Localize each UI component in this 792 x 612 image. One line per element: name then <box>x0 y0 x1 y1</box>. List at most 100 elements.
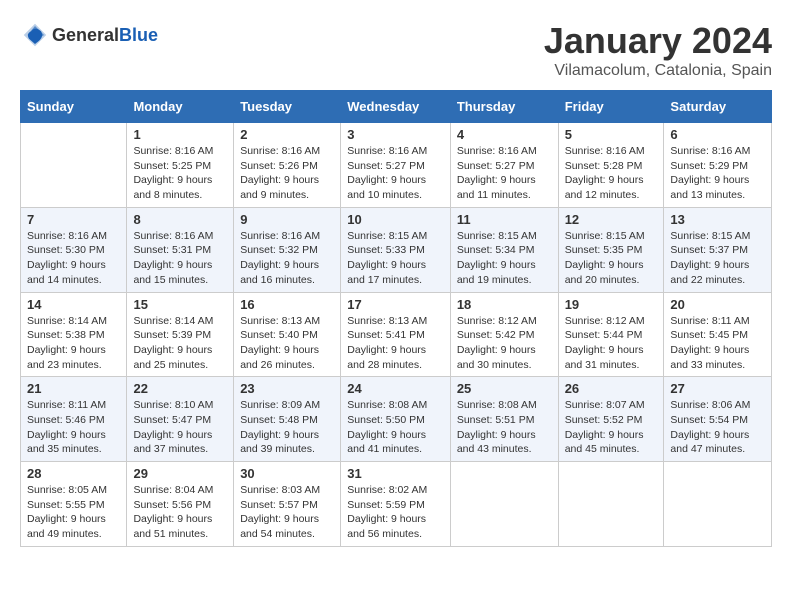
calendar-cell: 25 Sunrise: 8:08 AMSunset: 5:51 PMDayligh… <box>450 377 558 462</box>
day-number: 29 <box>133 466 227 481</box>
day-info: Sunrise: 8:14 AMSunset: 5:38 PMDaylight:… <box>27 314 120 373</box>
calendar-cell: 24 Sunrise: 8:08 AMSunset: 5:50 PMDayligh… <box>341 377 451 462</box>
day-number: 11 <box>457 212 552 227</box>
day-number: 23 <box>240 381 334 396</box>
calendar-cell: 4 Sunrise: 8:16 AMSunset: 5:27 PMDaylight… <box>450 123 558 208</box>
calendar-cell: 11 Sunrise: 8:15 AMSunset: 5:34 PMDayligh… <box>450 207 558 292</box>
logo: GeneralBlue <box>20 20 158 50</box>
day-info: Sunrise: 8:13 AMSunset: 5:40 PMDaylight:… <box>240 314 334 373</box>
calendar-cell: 2 Sunrise: 8:16 AMSunset: 5:26 PMDaylight… <box>234 123 341 208</box>
day-number: 27 <box>670 381 765 396</box>
calendar-cell: 22 Sunrise: 8:10 AMSunset: 5:47 PMDayligh… <box>127 377 234 462</box>
day-info: Sunrise: 8:15 AMSunset: 5:33 PMDaylight:… <box>347 229 444 288</box>
calendar-cell: 12Sunrise: 8:15 AMSunset: 5:35 PMDayligh… <box>558 207 664 292</box>
day-info: Sunrise: 8:09 AMSunset: 5:48 PMDaylight:… <box>240 398 334 457</box>
day-info: Sunrise: 8:16 AMSunset: 5:25 PMDaylight:… <box>133 144 227 203</box>
calendar-cell: 31Sunrise: 8:02 AMSunset: 5:59 PMDayligh… <box>341 462 451 547</box>
day-info: Sunrise: 8:04 AMSunset: 5:56 PMDaylight:… <box>133 483 227 542</box>
month-title: January 2024 <box>544 20 772 62</box>
day-number: 17 <box>347 297 444 312</box>
day-number: 28 <box>27 466 120 481</box>
day-info: Sunrise: 8:11 AMSunset: 5:45 PMDaylight:… <box>670 314 765 373</box>
day-number: 4 <box>457 127 552 142</box>
day-info: Sunrise: 8:15 AMSunset: 5:37 PMDaylight:… <box>670 229 765 288</box>
day-number: 31 <box>347 466 444 481</box>
column-header-saturday: Saturday <box>664 91 772 123</box>
day-number: 19 <box>565 297 658 312</box>
calendar-cell <box>21 123 127 208</box>
day-info: Sunrise: 8:12 AMSunset: 5:42 PMDaylight:… <box>457 314 552 373</box>
day-info: Sunrise: 8:16 AMSunset: 5:29 PMDaylight:… <box>670 144 765 203</box>
calendar-cell: 15 Sunrise: 8:14 AMSunset: 5:39 PMDayligh… <box>127 292 234 377</box>
day-number: 2 <box>240 127 334 142</box>
calendar-cell: 14 Sunrise: 8:14 AMSunset: 5:38 PMDayligh… <box>21 292 127 377</box>
logo-icon <box>20 20 50 50</box>
calendar-cell: 26 Sunrise: 8:07 AMSunset: 5:52 PMDayligh… <box>558 377 664 462</box>
calendar-cell: 7 Sunrise: 8:16 AMSunset: 5:30 PMDaylight… <box>21 207 127 292</box>
calendar-cell: 17 Sunrise: 8:13 AMSunset: 5:41 PMDayligh… <box>341 292 451 377</box>
calendar-cell: 3Sunrise: 8:16 AMSunset: 5:27 PMDaylight… <box>341 123 451 208</box>
column-header-thursday: Thursday <box>450 91 558 123</box>
week-row-1: 1 Sunrise: 8:16 AMSunset: 5:25 PMDaylight… <box>21 123 772 208</box>
day-info: Sunrise: 8:16 AMSunset: 5:28 PMDaylight:… <box>565 144 658 203</box>
calendar-cell <box>450 462 558 547</box>
day-info: Sunrise: 8:14 AMSunset: 5:39 PMDaylight:… <box>133 314 227 373</box>
header-row: SundayMondayTuesdayWednesdayThursdayFrid… <box>21 91 772 123</box>
day-number: 15 <box>133 297 227 312</box>
day-number: 16 <box>240 297 334 312</box>
day-info: Sunrise: 8:16 AMSunset: 5:30 PMDaylight:… <box>27 229 120 288</box>
page-header: GeneralBlue January 2024 Vilamacolum, Ca… <box>20 20 772 80</box>
calendar-table: SundayMondayTuesdayWednesdayThursdayFrid… <box>20 90 772 547</box>
day-info: Sunrise: 8:16 AMSunset: 5:27 PMDaylight:… <box>457 144 552 203</box>
logo-general-text: General <box>52 25 119 45</box>
calendar-cell: 23 Sunrise: 8:09 AMSunset: 5:48 PMDayligh… <box>234 377 341 462</box>
day-number: 6 <box>670 127 765 142</box>
day-info: Sunrise: 8:13 AMSunset: 5:41 PMDaylight:… <box>347 314 444 373</box>
column-header-friday: Friday <box>558 91 664 123</box>
day-number: 14 <box>27 297 120 312</box>
calendar-cell: 13 Sunrise: 8:15 AMSunset: 5:37 PMDayligh… <box>664 207 772 292</box>
day-number: 22 <box>133 381 227 396</box>
day-info: Sunrise: 8:11 AMSunset: 5:46 PMDaylight:… <box>27 398 120 457</box>
day-number: 24 <box>347 381 444 396</box>
calendar-cell: 19Sunrise: 8:12 AMSunset: 5:44 PMDayligh… <box>558 292 664 377</box>
week-row-4: 21Sunrise: 8:11 AMSunset: 5:46 PMDayligh… <box>21 377 772 462</box>
day-number: 8 <box>133 212 227 227</box>
day-number: 25 <box>457 381 552 396</box>
day-info: Sunrise: 8:08 AMSunset: 5:51 PMDaylight:… <box>457 398 552 457</box>
calendar-cell <box>664 462 772 547</box>
title-section: January 2024 Vilamacolum, Catalonia, Spa… <box>544 20 772 80</box>
day-number: 1 <box>133 127 227 142</box>
day-info: Sunrise: 8:05 AMSunset: 5:55 PMDaylight:… <box>27 483 120 542</box>
day-info: Sunrise: 8:16 AMSunset: 5:31 PMDaylight:… <box>133 229 227 288</box>
column-header-tuesday: Tuesday <box>234 91 341 123</box>
calendar-cell: 16 Sunrise: 8:13 AMSunset: 5:40 PMDayligh… <box>234 292 341 377</box>
day-number: 13 <box>670 212 765 227</box>
calendar-cell: 9Sunrise: 8:16 AMSunset: 5:32 PMDaylight… <box>234 207 341 292</box>
day-info: Sunrise: 8:15 AMSunset: 5:34 PMDaylight:… <box>457 229 552 288</box>
calendar-cell: 27 Sunrise: 8:06 AMSunset: 5:54 PMDayligh… <box>664 377 772 462</box>
day-number: 5 <box>565 127 658 142</box>
calendar-cell: 20 Sunrise: 8:11 AMSunset: 5:45 PMDayligh… <box>664 292 772 377</box>
week-row-5: 28 Sunrise: 8:05 AMSunset: 5:55 PMDayligh… <box>21 462 772 547</box>
day-number: 26 <box>565 381 658 396</box>
calendar-cell: 6 Sunrise: 8:16 AMSunset: 5:29 PMDaylight… <box>664 123 772 208</box>
location-subtitle: Vilamacolum, Catalonia, Spain <box>544 62 772 80</box>
day-info: Sunrise: 8:07 AMSunset: 5:52 PMDaylight:… <box>565 398 658 457</box>
day-info: Sunrise: 8:16 AMSunset: 5:26 PMDaylight:… <box>240 144 334 203</box>
day-info: Sunrise: 8:10 AMSunset: 5:47 PMDaylight:… <box>133 398 227 457</box>
column-header-wednesday: Wednesday <box>341 91 451 123</box>
calendar-cell: 8 Sunrise: 8:16 AMSunset: 5:31 PMDaylight… <box>127 207 234 292</box>
day-number: 20 <box>670 297 765 312</box>
calendar-cell: 10Sunrise: 8:15 AMSunset: 5:33 PMDayligh… <box>341 207 451 292</box>
day-info: Sunrise: 8:08 AMSunset: 5:50 PMDaylight:… <box>347 398 444 457</box>
column-header-monday: Monday <box>127 91 234 123</box>
calendar-cell: 5 Sunrise: 8:16 AMSunset: 5:28 PMDaylight… <box>558 123 664 208</box>
day-number: 7 <box>27 212 120 227</box>
day-number: 18 <box>457 297 552 312</box>
day-info: Sunrise: 8:15 AMSunset: 5:35 PMDaylight:… <box>565 229 658 288</box>
calendar-cell: 21Sunrise: 8:11 AMSunset: 5:46 PMDayligh… <box>21 377 127 462</box>
week-row-2: 7 Sunrise: 8:16 AMSunset: 5:30 PMDaylight… <box>21 207 772 292</box>
day-info: Sunrise: 8:06 AMSunset: 5:54 PMDaylight:… <box>670 398 765 457</box>
day-number: 9 <box>240 212 334 227</box>
